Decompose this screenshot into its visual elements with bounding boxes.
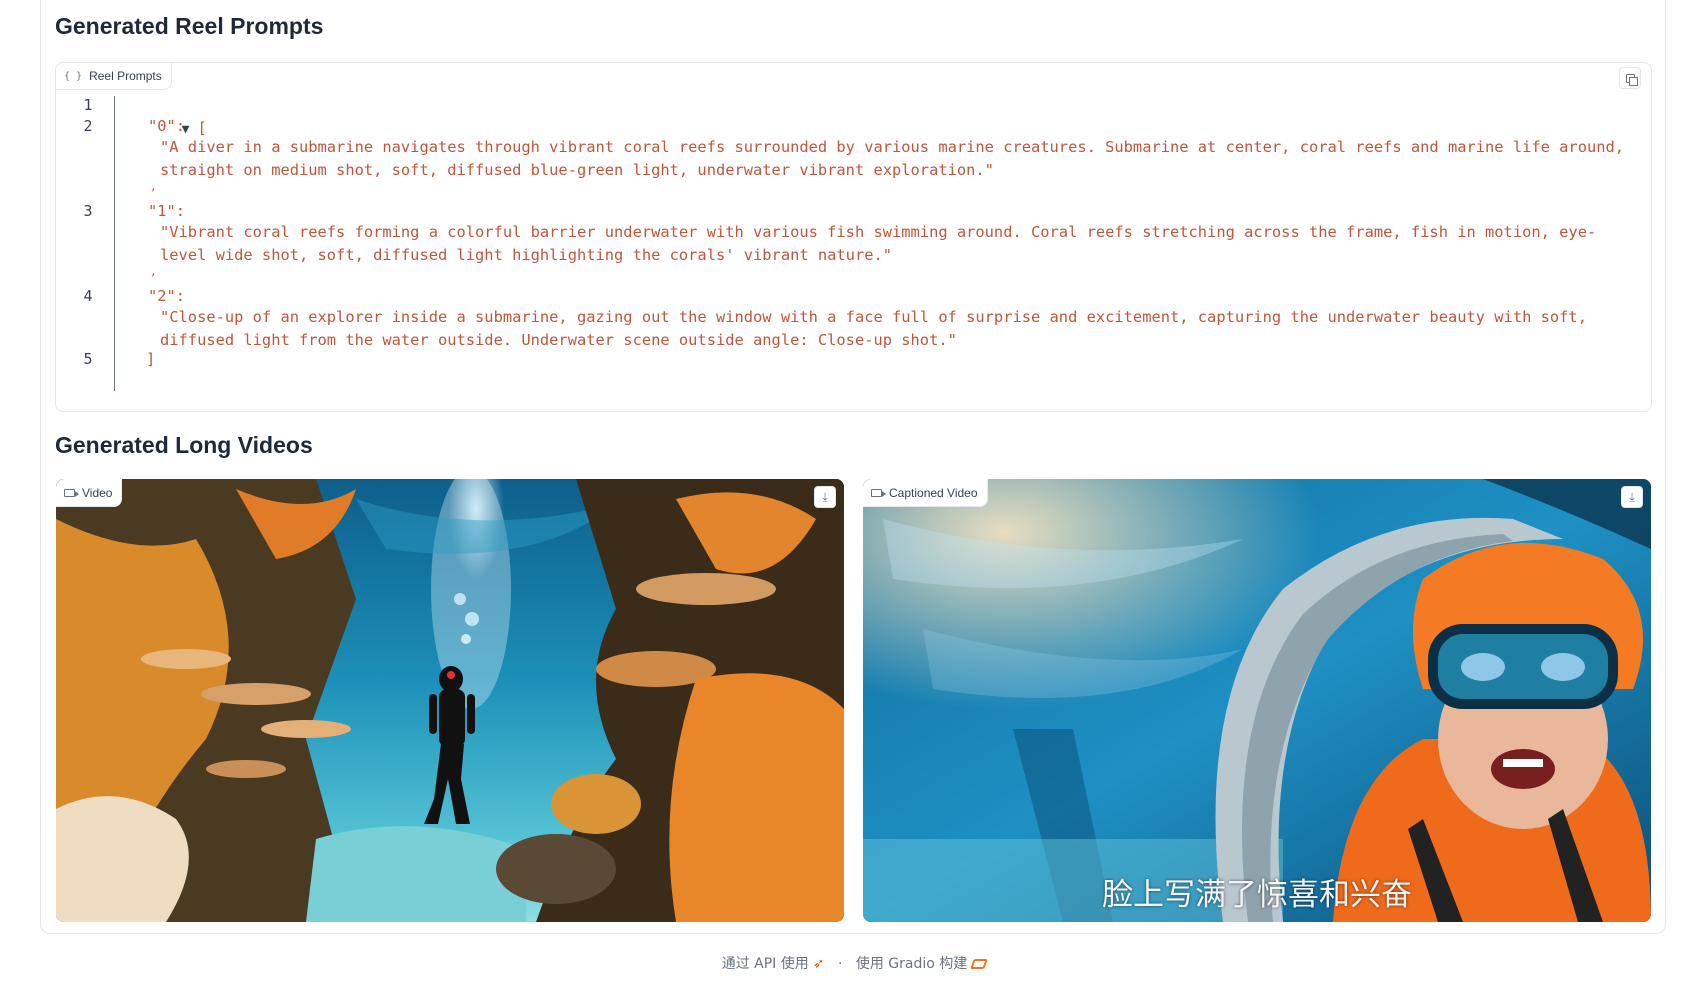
json-key-1: "1": (148, 202, 186, 220)
footer-api-link[interactable]: 通过 API 使用 ➶ (722, 956, 825, 972)
video-player[interactable]: Video ⤓ (56, 479, 844, 922)
video-label: Video (56, 479, 123, 507)
gradio-logo-icon (970, 959, 989, 969)
json-value-0: "A diver in a submarine navigates throug… (160, 138, 1634, 179)
reel-prompts-code-block: { } Reel Prompts 1 2 3 4 5 ▼[ "0": "A di… (55, 62, 1652, 412)
json-value-1: "Vibrant coral reefs forming a colorful … (160, 223, 1597, 264)
section-title-videos: Generated Long Videos (55, 432, 313, 458)
line-number-1: 1 (83, 96, 93, 114)
json-close-bracket: ] (146, 350, 156, 368)
json-key-0: "0": (148, 117, 186, 135)
rocket-icon: ➶ (812, 956, 825, 972)
video-label-text: Video (82, 485, 113, 500)
line-number-3: 3 (83, 202, 93, 220)
copy-icon (1625, 73, 1638, 86)
code-block-label-text: Reel Prompts (89, 69, 162, 83)
captioned-video-label: Captioned Video (863, 479, 988, 507)
footer-built-text: 使用 Gradio 构建 (855, 956, 968, 972)
download-icon: ⤓ (822, 489, 828, 504)
footer-api-text: 通过 API 使用 (721, 956, 809, 972)
footer-separator: · (837, 956, 843, 972)
download-icon: ⤓ (1629, 489, 1635, 504)
video-camera-icon (64, 488, 79, 497)
footer: 通过 API 使用 ➶ · 使用 Gradio 构建 (0, 953, 1708, 973)
json-key-2: "2": (148, 287, 186, 305)
video-caption-subtitle: 脸上写满了惊喜和兴奋 (1102, 877, 1412, 913)
line-number-5: 5 (83, 350, 93, 368)
json-separator-0: , (150, 180, 157, 193)
copy-button[interactable] (1619, 67, 1641, 89)
json-open-bracket: [ (197, 119, 207, 137)
json-value-2: "Close-up of an explorer inside a submar… (160, 308, 1597, 349)
captioned-video-player[interactable]: Captioned Video ⤓ 脸上写满了惊喜和兴奋 (863, 479, 1651, 922)
gutter-divider (114, 96, 115, 391)
section-title-prompts: Generated Reel Prompts (55, 13, 324, 39)
coral-reef-diver-frame (56, 479, 844, 922)
video-camera-icon (871, 488, 886, 497)
download-button-video[interactable]: ⤓ (814, 486, 836, 508)
code-block-label: { } Reel Prompts (56, 63, 172, 90)
line-number-2: 2 (83, 117, 93, 135)
line-number-4: 4 (83, 287, 93, 305)
download-button-captioned-video[interactable]: ⤓ (1621, 486, 1643, 508)
code-braces-icon: { } (64, 70, 83, 82)
captioned-video-label-text: Captioned Video (889, 485, 978, 500)
footer-gradio-link[interactable]: 使用 Gradio 构建 (855, 956, 989, 972)
explorer-helmet-frame (863, 479, 1651, 922)
json-separator-1: , (150, 265, 157, 278)
